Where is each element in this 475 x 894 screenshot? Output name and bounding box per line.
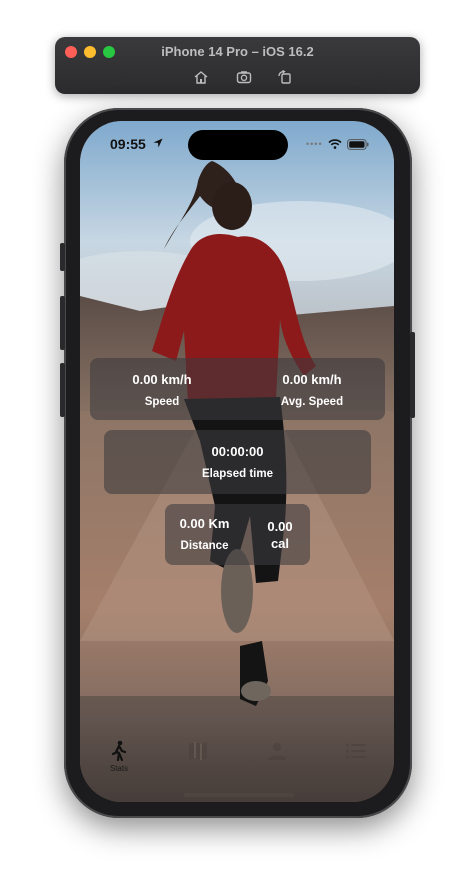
elapsed-time-value: 00:00:00 xyxy=(211,444,264,459)
avg-speed-label: Avg. Speed xyxy=(280,396,344,408)
speed-card xyxy=(90,358,385,420)
tab-stats-label: Stats xyxy=(109,764,129,773)
list-icon xyxy=(346,743,366,759)
battery-icon xyxy=(347,139,369,150)
action-button xyxy=(60,243,65,271)
map-icon xyxy=(189,742,207,760)
volume-down-button xyxy=(60,363,65,417)
simulator-window-bar: iPhone 14 Pro – iOS 16.2 xyxy=(55,37,420,94)
elapsed-time-card xyxy=(104,430,371,494)
speed-label: Speed xyxy=(144,396,180,408)
distance-calories-card xyxy=(165,504,310,565)
status-time: 09:55 xyxy=(110,136,146,152)
elapsed-time-label: Elapsed time xyxy=(202,468,273,480)
rotate-icon[interactable] xyxy=(277,69,293,84)
distance-value: 0.00 Km xyxy=(179,516,230,531)
dynamic-island xyxy=(188,130,288,160)
location-arrow-icon xyxy=(153,138,163,148)
home-indicator xyxy=(184,793,294,797)
screenshot-icon[interactable] xyxy=(236,70,252,84)
calories-unit: cal xyxy=(270,536,290,551)
speed-value: 0.00 km/h xyxy=(132,372,192,387)
tab-stats[interactable] xyxy=(107,740,131,762)
tab-map[interactable] xyxy=(186,740,210,762)
power-button xyxy=(410,332,415,418)
avg-speed-value: 0.00 km/h xyxy=(282,372,342,387)
calories-value: 0.00 xyxy=(267,519,293,534)
volume-up-button xyxy=(60,296,65,350)
distance-label: Distance xyxy=(180,540,229,552)
person-icon xyxy=(268,742,286,760)
wifi-icon xyxy=(328,139,342,149)
home-icon[interactable] xyxy=(193,70,209,84)
walking-figure-icon xyxy=(111,740,127,762)
tab-profile[interactable] xyxy=(265,740,289,762)
window-title: iPhone 14 Pro – iOS 16.2 xyxy=(161,44,314,59)
tab-list[interactable] xyxy=(344,740,368,762)
phone-screen: 09:55 •••• 0.00 km/h Speed 0.00 km/h Avg… xyxy=(80,121,394,802)
signal-dots-icon: •••• xyxy=(306,139,323,149)
